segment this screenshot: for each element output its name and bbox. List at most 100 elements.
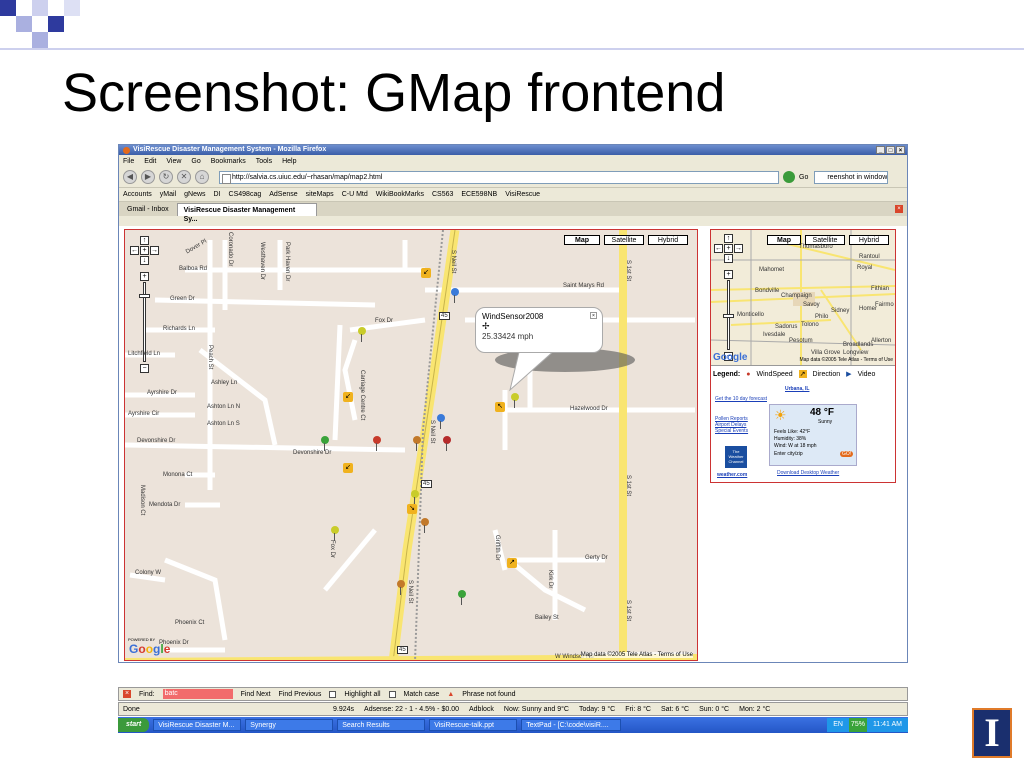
url-input[interactable]: http://salvia.cs.uiuc.edu/~rhasan/map/ma… [219,170,779,184]
weather-site-link[interactable]: weather.com [717,472,747,478]
wind-pin-marker[interactable] [397,580,405,595]
wind-pin-marker[interactable] [358,327,366,342]
find-previous-button[interactable]: Find Previous [279,691,322,698]
map-type-hybrid[interactable]: Hybrid [648,235,688,245]
pan-left-icon[interactable]: ← [714,244,723,253]
weather-sun[interactable]: Sun: 0 °C [699,706,729,713]
pan-down-icon[interactable]: ↓ [724,254,733,263]
wind-pin-marker[interactable] [321,436,329,451]
direction-marker[interactable]: ↖ [495,402,505,412]
pan-right-icon[interactable]: → [150,246,159,255]
find-input[interactable]: batc [162,689,233,699]
zoom-in-icon[interactable]: + [724,270,733,279]
wind-pin-marker[interactable] [421,518,429,533]
tab-gmail[interactable]: Gmail - Inbox [121,203,175,216]
taskbar-item[interactable]: Search Results [337,719,426,731]
weather-go-button[interactable]: GO! [840,451,854,457]
minimap-type-map[interactable]: Map [767,235,801,245]
zoom-slider-handle[interactable] [139,294,150,298]
bookmark-item[interactable]: AdSense [269,191,297,198]
highlight-checkbox[interactable] [329,690,337,698]
bookmark-item[interactable]: DI [214,191,221,198]
direction-marker[interactable]: ↙ [343,463,353,473]
zoom-out-icon[interactable]: − [140,364,149,373]
wind-pin-marker[interactable] [437,414,445,429]
wind-pin-marker[interactable] [443,436,451,451]
taskbar-item[interactable]: VisiRescue-talk.ppt [429,719,518,731]
pan-left-icon[interactable]: ← [130,246,139,255]
menu-go[interactable]: Go [191,158,200,165]
bookmark-item[interactable]: C-U Mtd [342,191,368,198]
taskbar-item[interactable]: VisiRescue Disaster M... [153,719,242,731]
wind-pin-marker[interactable] [373,436,381,451]
weather-sat[interactable]: Sat: 6 °C [661,706,689,713]
taskbar-item[interactable]: Synergy [245,719,334,731]
adblock-status[interactable]: Adblock [469,706,494,713]
wind-pin-marker[interactable] [458,590,466,605]
bookmark-item[interactable]: ECE598NB [461,191,497,198]
weather-now[interactable]: Now: Sunny and 9°C [504,706,569,713]
direction-marker[interactable]: ↙ [343,392,353,402]
wind-pin-marker[interactable] [331,526,339,541]
main-map[interactable]: Map Satellite Hybrid ↑ ← + → ↓ + − Dover… [124,229,698,661]
zoom-in-icon[interactable]: + [140,272,149,281]
window-titlebar[interactable]: VisiRescue Disaster Management System - … [119,145,907,155]
search-input[interactable]: reenshot in windows [814,170,889,184]
minimap-type-hybrid[interactable]: Hybrid [849,235,889,245]
weather-channel-logo[interactable]: The Weather Channel [725,446,747,468]
close-find-icon[interactable]: × [123,690,131,698]
bookmark-item[interactable]: yMail [160,191,176,198]
bookmark-item[interactable]: siteMaps [306,191,334,198]
map-type-map[interactable]: Map [564,235,600,245]
wind-pin-marker[interactable] [451,288,459,303]
bookmark-item[interactable]: CS563 [432,191,453,198]
maximize-icon[interactable]: □ [886,146,895,154]
forecast-link[interactable]: Get the 10 day forecast [715,396,767,402]
bookmark-item[interactable]: VisiRescue [505,191,540,198]
direction-marker[interactable]: ↙ [421,268,431,278]
bookmark-item[interactable]: gNews [184,191,205,198]
go-icon[interactable] [783,171,795,183]
bookmark-item[interactable]: Accounts [123,191,152,198]
menu-edit[interactable]: Edit [144,158,156,165]
start-button[interactable]: start [118,718,150,732]
pan-center-icon[interactable]: + [724,244,733,253]
find-next-button[interactable]: Find Next [241,691,271,698]
pan-down-icon[interactable]: ↓ [140,256,149,265]
weather-today[interactable]: Today: 9 °C [579,706,615,713]
menu-tools[interactable]: Tools [256,158,272,165]
taskbar-item[interactable]: TextPad - [C:\code\visiR.... [521,719,622,731]
go-button[interactable]: Go [799,174,808,181]
zoom-slider-handle[interactable] [723,314,734,318]
wind-pin-marker[interactable] [511,393,519,408]
language-indicator[interactable]: EN [833,718,843,732]
match-case-checkbox[interactable] [388,690,396,698]
stop-icon[interactable]: ✕ [177,170,191,184]
wind-pin-marker[interactable] [413,436,421,451]
menu-file[interactable]: File [123,158,134,165]
wind-pin-marker[interactable] [411,490,419,505]
pan-up-icon[interactable]: ↑ [140,236,149,245]
home-icon[interactable]: ⌂ [195,170,209,184]
weather-city-link[interactable]: Urbana, IL [785,386,809,392]
close-icon[interactable]: × [896,146,905,154]
forward-icon[interactable]: ▶ [141,170,155,184]
bookmark-item[interactable]: WikiBookMarks [376,191,424,198]
pan-up-icon[interactable]: ↑ [724,234,733,243]
battery-indicator[interactable]: 75% [848,718,867,732]
overview-map[interactable]: Map Satellite Hybrid ↑ ← + → ↓ + − Thoma… [711,230,895,366]
direction-marker[interactable]: ↗ [507,558,517,568]
weather-mon[interactable]: Mon: 2 °C [739,706,770,713]
events-link[interactable]: Special Events [715,428,748,434]
download-weather-link[interactable]: Download Desktop Weather [777,470,839,476]
adsense-status[interactable]: Adsense: 22 - 1 - 4.5% - $0.00 [364,706,459,713]
bookmark-item[interactable]: CS498cag [229,191,262,198]
tab-visirescue[interactable]: VisiRescue Disaster Management Sy... [176,203,317,223]
reload-icon[interactable]: ↻ [159,170,173,184]
pan-right-icon[interactable]: → [734,244,743,253]
menu-bookmarks[interactable]: Bookmarks [211,158,246,165]
close-tab-icon[interactable]: × [895,205,903,213]
menu-view[interactable]: View [166,158,181,165]
weather-fri[interactable]: Fri: 8 °C [625,706,651,713]
close-icon[interactable]: × [590,312,597,319]
